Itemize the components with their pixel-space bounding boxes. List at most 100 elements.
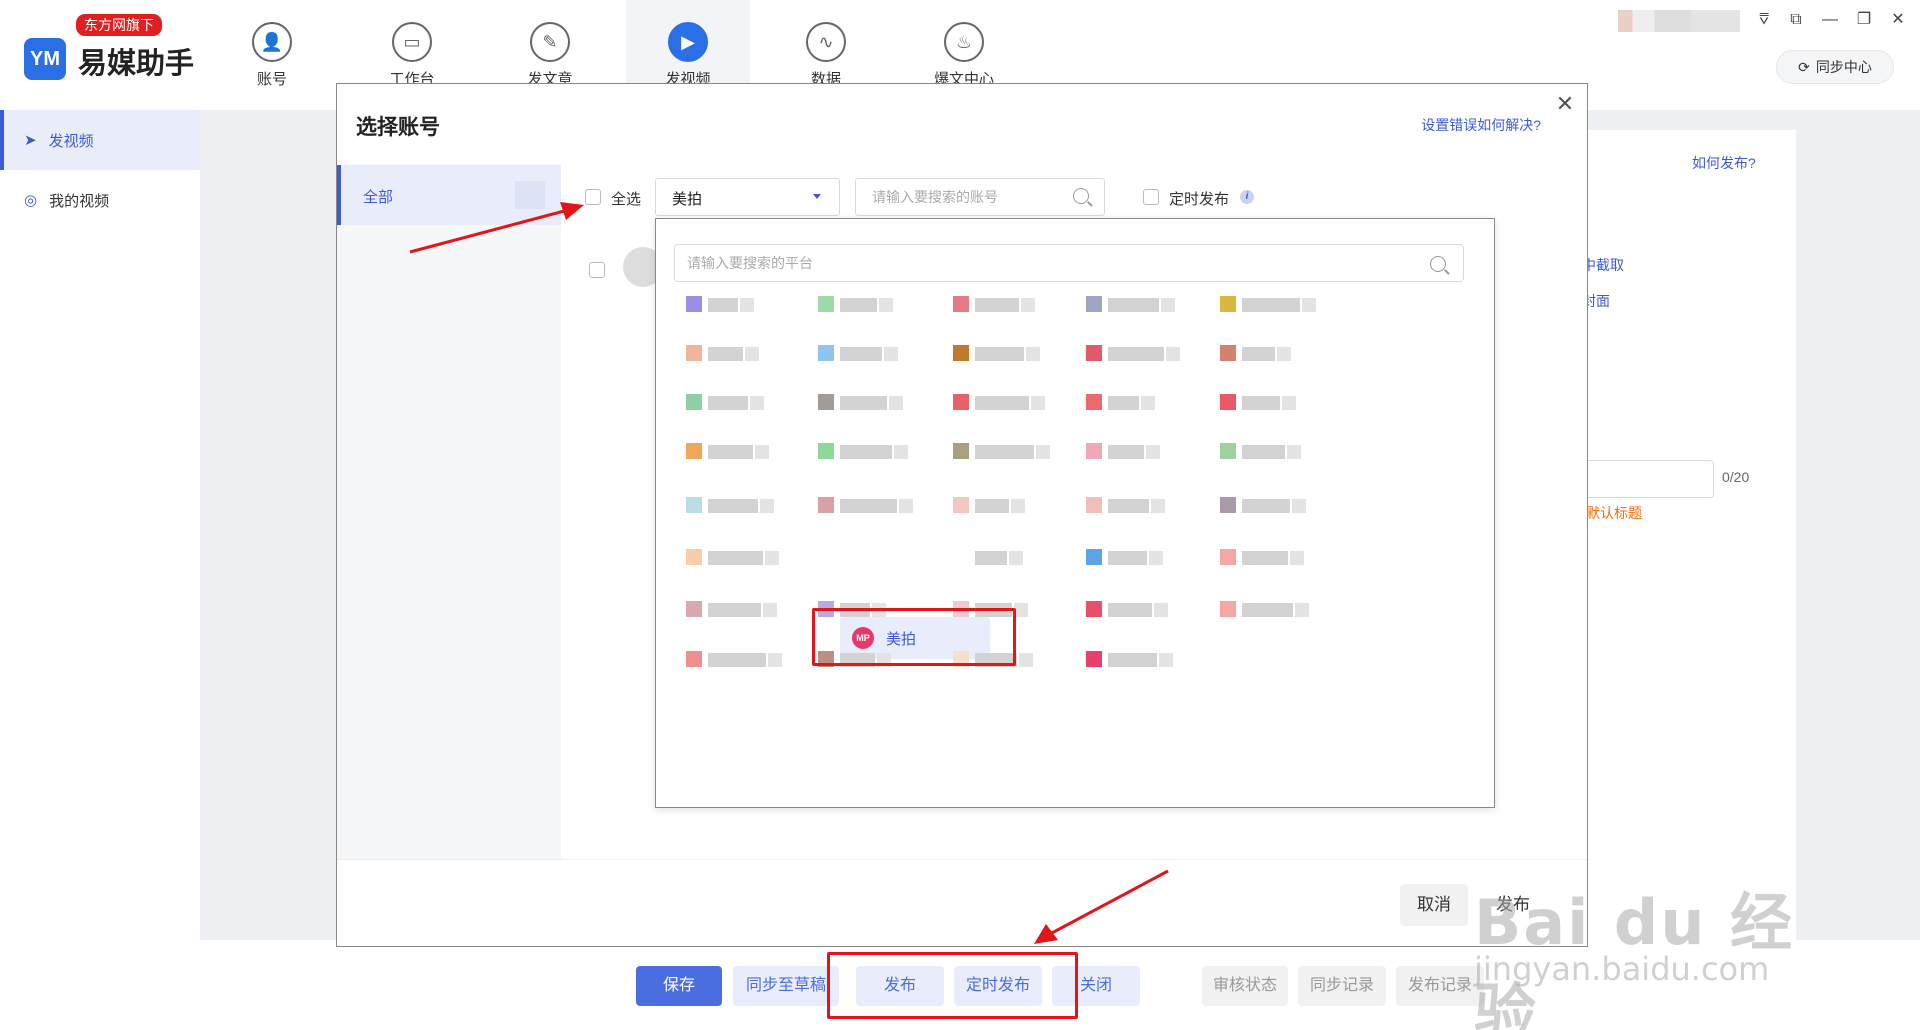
platform-item[interactable] — [1074, 382, 1174, 422]
platform-item[interactable] — [806, 284, 906, 324]
sync-to-draft-button[interactable]: 同步至草稿 — [733, 966, 839, 1006]
platform-item[interactable] — [1074, 431, 1174, 471]
platform-label-blurred — [1242, 445, 1285, 459]
platform-logo-icon — [1086, 394, 1102, 410]
select-all-checkbox[interactable] — [585, 189, 601, 205]
platform-item[interactable] — [941, 382, 1045, 422]
group-item-all[interactable]: 全部 — [337, 165, 561, 225]
platform-label-blurred — [879, 298, 893, 312]
platform-label-blurred — [975, 551, 1007, 565]
platform-label-blurred — [1242, 298, 1300, 312]
search-icon[interactable] — [1073, 188, 1089, 204]
platform-item[interactable] — [674, 485, 774, 525]
platform-item[interactable] — [806, 333, 906, 373]
user-icon: 👤 — [252, 22, 292, 62]
platform-item[interactable] — [941, 537, 1041, 577]
platform-label-blurred — [708, 603, 761, 617]
platform-item[interactable] — [806, 485, 913, 525]
sync-center-label: 同步中心 — [1815, 59, 1872, 75]
platform-item[interactable] — [1208, 431, 1308, 471]
menu-icon[interactable]: ⩢ — [1752, 8, 1776, 32]
app-logo[interactable]: 东方网旗下 YM 易媒助手 — [22, 14, 212, 90]
platform-item[interactable] — [1074, 639, 1174, 679]
review-status-button[interactable]: 审核状态 — [1202, 966, 1288, 1006]
platform-label-blurred — [1151, 499, 1165, 513]
platform-label-blurred — [1159, 653, 1173, 667]
platform-item[interactable] — [1208, 382, 1308, 422]
platform-item[interactable] — [674, 431, 774, 471]
platform-item[interactable] — [1208, 284, 1316, 324]
platform-item[interactable] — [941, 284, 1041, 324]
nav-label: 账号 — [256, 71, 287, 88]
platform-item[interactable] — [1208, 589, 1309, 629]
platform-item[interactable] — [674, 333, 774, 373]
title-input[interactable] — [1582, 460, 1714, 498]
how-to-publish-link[interactable]: 如何发布? — [1692, 153, 1756, 173]
platform-select-value: 美拍 — [672, 191, 703, 208]
platform-label-blurred — [1108, 445, 1144, 459]
platform-item[interactable] — [674, 284, 774, 324]
platform-item[interactable] — [1208, 537, 1308, 577]
save-button[interactable]: 保存 — [636, 966, 722, 1006]
platform-item[interactable] — [1074, 284, 1175, 324]
platform-item[interactable] — [941, 431, 1050, 471]
platform-logo-icon — [1086, 345, 1102, 361]
capture-from-video-link[interactable]: 中截取 — [1582, 255, 1624, 275]
platform-item[interactable] — [941, 333, 1041, 373]
external-icon[interactable]: ⧉ — [1784, 8, 1808, 32]
platform-item[interactable] — [1208, 333, 1308, 373]
sidebar-item-my-videos[interactable]: ◎ 我的视频 — [0, 170, 200, 230]
dialog-cancel-button[interactable]: 取消 — [1400, 884, 1468, 926]
dialog-close-icon[interactable]: ✕ — [1553, 92, 1577, 116]
sidebar-item-publish-video[interactable]: ➤ 发视频 — [0, 110, 200, 170]
platform-logo-icon — [686, 296, 702, 312]
platform-logo-icon — [818, 443, 834, 459]
maximize-icon[interactable]: ❐ — [1852, 8, 1876, 32]
platform-select[interactable]: 美拍 — [655, 178, 840, 216]
platform-label-blurred — [1295, 603, 1309, 617]
platform-search-input[interactable] — [674, 244, 1464, 282]
platform-item[interactable] — [674, 639, 782, 679]
minimize-icon[interactable]: — — [1818, 8, 1842, 32]
platform-item[interactable] — [1074, 537, 1174, 577]
platform-item[interactable] — [806, 382, 906, 422]
default-title-link[interactable]: 默认标题 — [1586, 503, 1642, 523]
platform-item[interactable] — [1208, 485, 1308, 525]
platform-label-blurred — [765, 551, 779, 565]
platform-item[interactable] — [941, 485, 1041, 525]
sidebar-item-label: 发视频 — [48, 132, 94, 150]
platform-label-blurred — [1292, 499, 1306, 513]
platform-logo-icon — [686, 345, 702, 361]
platform-logo-icon — [1220, 394, 1236, 410]
dialog-title: 选择账号 — [356, 116, 440, 139]
platform-label-blurred — [708, 298, 738, 312]
user-avatar[interactable] — [1618, 10, 1740, 32]
platform-logo-icon — [953, 497, 969, 513]
platform-label-blurred — [1026, 347, 1040, 361]
platform-logo-icon — [818, 394, 834, 410]
platform-item[interactable] — [1074, 589, 1174, 629]
account-checkbox[interactable] — [589, 262, 605, 278]
group-count-badge — [515, 181, 545, 209]
platform-item[interactable] — [806, 431, 908, 471]
search-icon[interactable] — [1430, 256, 1446, 272]
info-icon[interactable]: i — [1240, 190, 1254, 204]
platform-label-blurred — [1014, 603, 1028, 617]
platform-item[interactable] — [1074, 333, 1180, 373]
help-link[interactable]: 设置错误如何解决? — [1421, 115, 1541, 135]
platform-item[interactable] — [674, 537, 779, 577]
publish-records-button[interactable]: 发布记录 — [1396, 966, 1484, 1006]
platform-label-blurred — [975, 298, 1019, 312]
platform-logo-icon — [686, 549, 702, 565]
sync-center-button[interactable]: ⟳ 同步中心 — [1776, 50, 1894, 84]
scheduled-publish-checkbox[interactable] — [1143, 189, 1159, 205]
platform-item[interactable] — [674, 589, 777, 629]
account-search-input[interactable] — [855, 178, 1105, 216]
window-close-icon[interactable]: ✕ — [1886, 8, 1910, 32]
nav-account[interactable]: 👤 账号 — [210, 0, 334, 110]
platform-label-blurred — [1011, 499, 1025, 513]
dialog-footer-divider — [337, 859, 1587, 860]
sync-records-button[interactable]: 同步记录 — [1298, 966, 1386, 1006]
platform-item[interactable] — [1074, 485, 1174, 525]
platform-item[interactable] — [674, 382, 774, 422]
